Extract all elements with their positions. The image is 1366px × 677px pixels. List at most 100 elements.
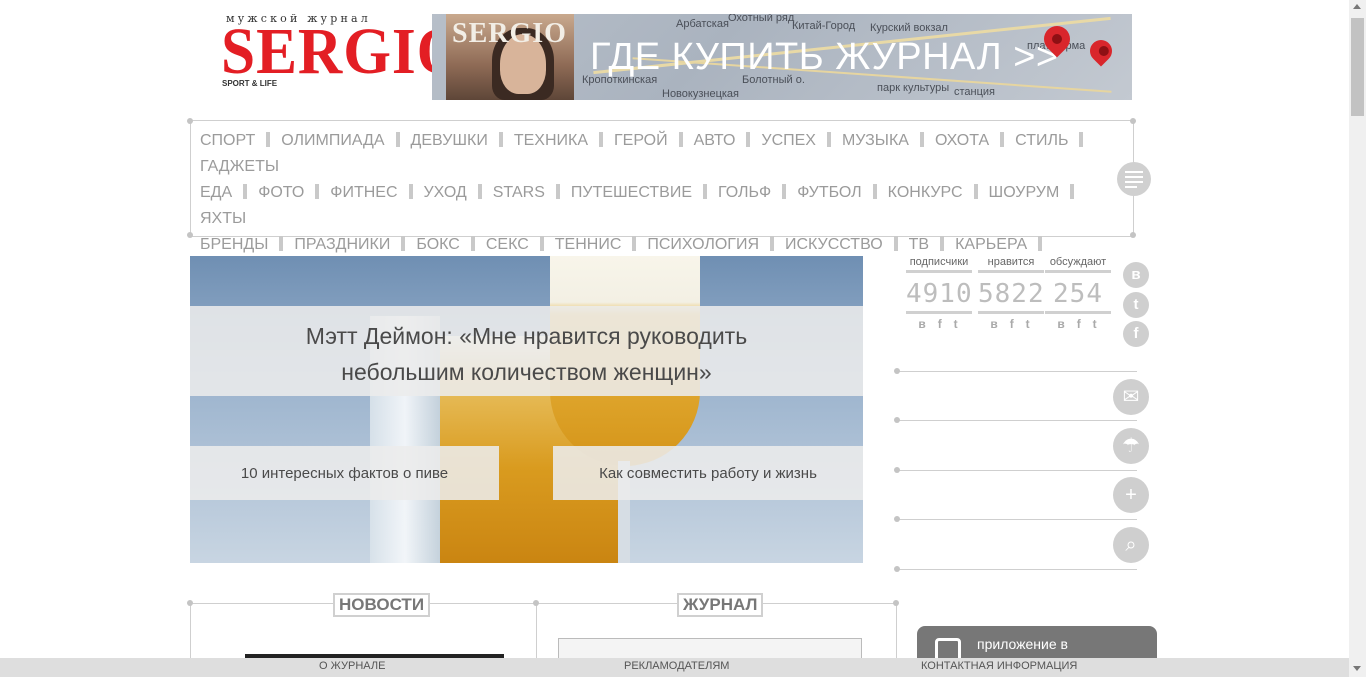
nav-item-label[interactable]: ПРАЗДНИКИ [294, 236, 390, 253]
mail-icon[interactable]: ✉ [1113, 379, 1149, 415]
nav-item-label[interactable]: ЯХТЫ [200, 210, 246, 227]
nav-item-label[interactable]: ТЕХНИКА [514, 132, 588, 149]
where-to-buy-link[interactable]: ГДЕ КУПИТЬ ЖУРНАЛ >> [590, 36, 1059, 79]
nav-item-label[interactable]: БРЕНДЫ [200, 236, 268, 253]
footer-about-link[interactable]: О ЖУРНАЛЕ [319, 660, 385, 672]
hero-link-beer-facts[interactable]: 10 интересных фактов о пиве [190, 446, 499, 500]
nav-item[interactable]: ПРАЗДНИКИ [294, 232, 416, 258]
divider-dot [894, 516, 900, 522]
nav-item-label[interactable]: МУЗЫКА [842, 132, 909, 149]
facebook-icon[interactable]: f [1123, 321, 1149, 347]
stat-discuss: обсуждают 254 вft [1045, 256, 1111, 331]
nav-item-label[interactable]: ГАДЖЕТЫ [200, 158, 279, 175]
nav-item[interactable]: ГАДЖЕТЫ [200, 154, 279, 180]
scroll-up-arrow[interactable] [1353, 4, 1361, 9]
nav-item[interactable]: КАРЬЕРА [955, 232, 1053, 258]
nav-item[interactable]: МУЗЫКА [842, 128, 935, 154]
twitter-icon[interactable]: t [1123, 292, 1149, 318]
add-user-icon[interactable]: + [1113, 477, 1149, 513]
nav-separator [1070, 184, 1075, 199]
nav-item[interactable]: ОЛИМПИАДА [281, 128, 410, 154]
nav-item[interactable]: ФУТБОЛ [797, 180, 887, 206]
divider [897, 371, 1137, 372]
nav-item-label[interactable]: ИСКУССТВО [785, 236, 883, 253]
nav-item-label[interactable]: УХОД [424, 184, 467, 201]
nav-item-label[interactable]: СТИЛЬ [1015, 132, 1068, 149]
nav-item[interactable]: БОКС [416, 232, 485, 258]
footer-advertisers-link[interactable]: РЕКЛАМОДАТЕЛЯМ [624, 660, 729, 672]
nav-item-label[interactable]: УСПЕХ [761, 132, 816, 149]
nav-separator [770, 236, 774, 251]
stat-social: вft [1057, 317, 1109, 331]
nav-item[interactable]: СЕКС [486, 232, 555, 258]
news-heading[interactable]: НОВОСТИ [333, 593, 431, 617]
nav-item[interactable]: ТЕХНИКА [514, 128, 614, 154]
nav-item[interactable]: ИСКУССТВО [785, 232, 909, 258]
nav-item-label[interactable]: ТВ [909, 236, 929, 253]
nav-item[interactable]: ГЕРОЙ [614, 128, 694, 154]
nav-separator [632, 236, 637, 251]
nav-separator [477, 184, 482, 199]
nav-item[interactable]: ПУТЕШЕСТВИЕ [571, 180, 718, 206]
nav-item[interactable]: УХОД [424, 180, 493, 206]
nav-separator [599, 132, 604, 147]
nav-item[interactable]: АВТО [694, 128, 762, 154]
nav-item-label[interactable]: ПСИХОЛОГИЯ [647, 236, 759, 253]
nav-item[interactable]: ПСИХОЛОГИЯ [647, 232, 785, 258]
nav-item-label[interactable]: ФИТНЕС [330, 184, 397, 201]
nav-item-label[interactable]: STARS [493, 184, 545, 201]
nav-item-label[interactable]: СЕКС [486, 236, 529, 253]
nav-item[interactable]: ШОУРУМ [989, 180, 1086, 206]
nav-item[interactable]: СПОРТ [200, 128, 281, 154]
nav-item-label[interactable]: ПУТЕШЕСТВИЕ [571, 184, 692, 201]
scroll-down-arrow[interactable] [1353, 666, 1361, 671]
nav-item-label[interactable]: ГОЛЬФ [718, 184, 771, 201]
nav-separator [279, 236, 284, 251]
nav-item[interactable]: КОНКУРС [888, 180, 989, 206]
vk-icon[interactable]: в [1123, 262, 1149, 288]
nav-separator [746, 132, 751, 147]
hero-link-work-life[interactable]: Как совместить работу и жизнь [553, 446, 863, 500]
nav-item[interactable]: ДЕВУШКИ [411, 128, 514, 154]
nav-item-label[interactable]: ОЛИМПИАДА [281, 132, 384, 149]
nav-item-label[interactable]: ШОУРУМ [989, 184, 1060, 201]
hero-title[interactable]: Мэтт Деймон: «Мне нравится руководить не… [280, 318, 773, 390]
nav-item[interactable]: ЯХТЫ [200, 206, 246, 232]
nav-separator [555, 184, 560, 199]
nav-item-label[interactable]: ЕДА [200, 184, 232, 201]
nav-item-label[interactable]: ФУТБОЛ [797, 184, 861, 201]
nav-item[interactable]: ФОТО [258, 180, 330, 206]
nav-separator [266, 132, 271, 147]
nav-item[interactable]: БРЕНДЫ [200, 232, 294, 258]
site-logo[interactable]: SERGIO [221, 19, 465, 85]
nav-item[interactable]: ФИТНЕС [330, 180, 423, 206]
nav-separator [872, 184, 877, 199]
nav-item[interactable]: СТИЛЬ [1015, 128, 1094, 154]
nav-item[interactable]: ОХОТА [935, 128, 1015, 154]
nav-item-label[interactable]: ТЕННИС [555, 236, 622, 253]
nav-item-label[interactable]: БОКС [416, 236, 459, 253]
nav-item-label[interactable]: ФОТО [258, 184, 304, 201]
nav-item[interactable]: ЕДА [200, 180, 258, 206]
menu-icon[interactable] [1117, 162, 1151, 196]
nav-item[interactable]: ГОЛЬФ [718, 180, 797, 206]
nav-item-label[interactable]: СПОРТ [200, 132, 255, 149]
where-to-buy-banner[interactable]: Арбатская Охотный ряд Китай-Город Курски… [432, 14, 1132, 100]
nav-item-label[interactable]: ДЕВУШКИ [411, 132, 488, 149]
nav-item[interactable]: УСПЕХ [761, 128, 842, 154]
nav-item[interactable]: STARS [493, 180, 571, 206]
nav-item-label[interactable]: КОНКУРС [888, 184, 963, 201]
scrollbar[interactable] [1349, 0, 1366, 677]
footer-contacts-link[interactable]: КОНТАКТНАЯ ИНФОРМАЦИЯ [921, 660, 1077, 672]
nav-item-label[interactable]: АВТО [694, 132, 736, 149]
nav-item-label[interactable]: ОХОТА [935, 132, 989, 149]
nav-item-label[interactable]: КАРЬЕРА [955, 236, 1027, 253]
scroll-thumb[interactable] [1351, 18, 1364, 116]
magazine-heading[interactable]: ЖУРНАЛ [677, 593, 764, 617]
hero-slide[interactable]: Мэтт Деймон: «Мне нравится руководить не… [190, 256, 863, 563]
nav-item[interactable]: ТЕННИС [555, 232, 648, 258]
umbrella-icon[interactable]: ☂ [1113, 428, 1149, 464]
nav-item-label[interactable]: ГЕРОЙ [614, 132, 668, 149]
nav-item[interactable]: ТВ [909, 232, 955, 258]
search-icon[interactable]: ⌕ [1113, 527, 1149, 563]
